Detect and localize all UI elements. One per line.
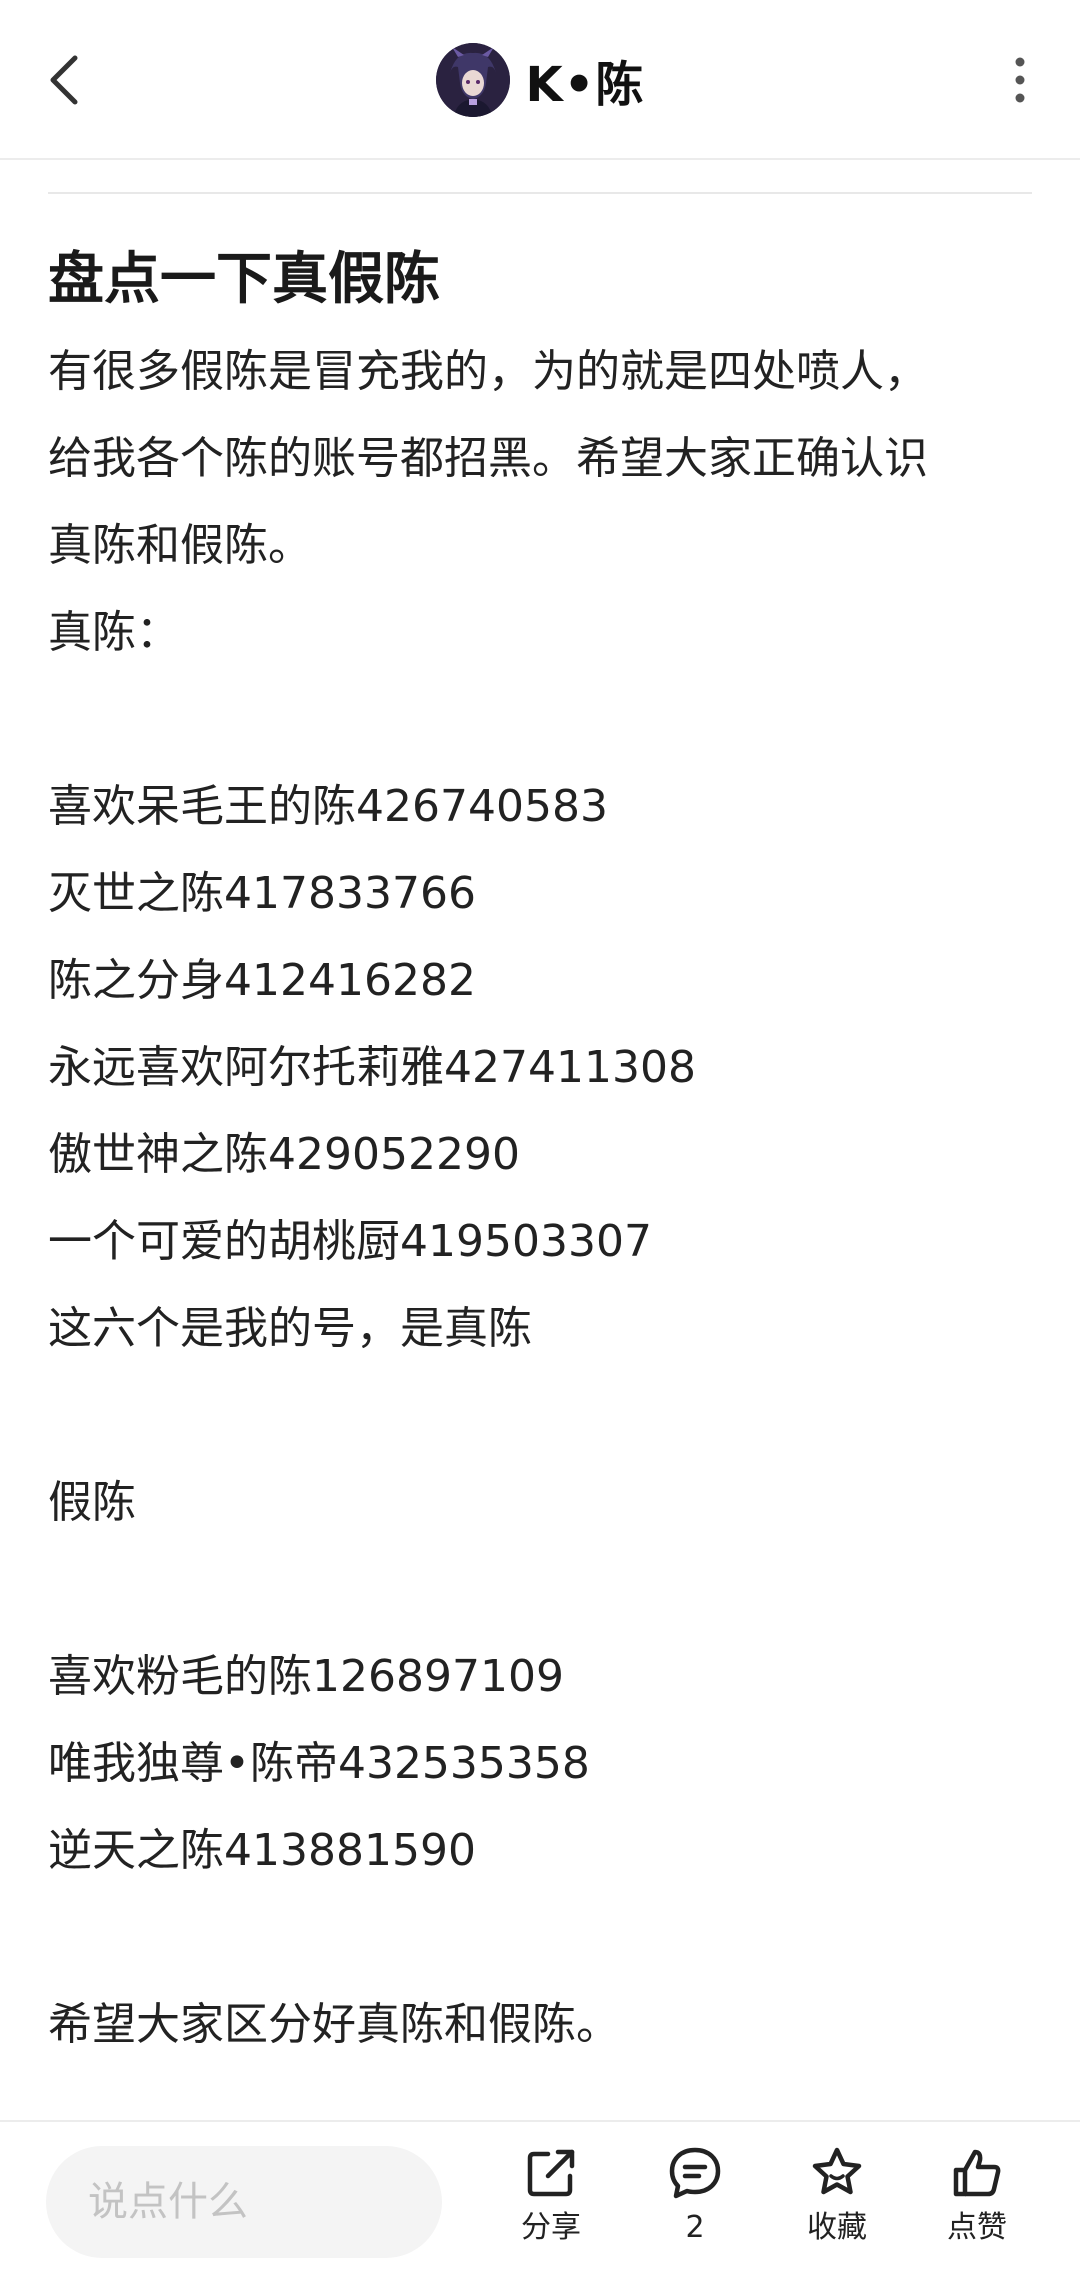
like-label: 点赞 — [947, 2210, 1007, 2245]
comment-count: 2 — [685, 2210, 705, 2245]
thumbs-up-icon — [953, 2149, 1001, 2197]
real-account-item: 喜欢呆毛王的陈426740583 — [48, 781, 608, 832]
comment-button[interactable]: 2 — [640, 2144, 750, 2264]
share-icon — [527, 2149, 575, 2197]
author-info[interactable]: K•陈 — [0, 40, 1080, 120]
post-title: 盘点一下真假陈 — [48, 247, 440, 312]
avatar-image — [435, 43, 510, 117]
intro-line: 真陈和假陈。 — [48, 520, 312, 571]
like-button[interactable]: 点赞 — [922, 2144, 1032, 2264]
fake-account-item: 唯我独尊•陈帝432535358 — [48, 1738, 590, 1789]
real-heading: 真陈： — [48, 607, 180, 658]
post-content: 盘点一下真假陈 有很多假陈是冒充我的，为的就是四处喷人， 给我各个陈的账号都招黑… — [48, 240, 1032, 2068]
fake-account-item: 逆天之陈413881590 — [48, 1825, 476, 1876]
content-divider — [48, 192, 1032, 194]
star-icon — [812, 2147, 862, 2195]
top-bar: K•陈 — [0, 0, 1080, 160]
bottom-action-bar: 分享 2 收藏 点赞 — [0, 2120, 1080, 2280]
real-account-item: 灭世之陈417833766 — [48, 868, 476, 919]
fake-heading: 假陈 — [48, 1477, 136, 1528]
fake-account-item: 喜欢粉毛的陈126897109 — [48, 1651, 564, 1702]
real-account-item: 傲世神之陈429052290 — [48, 1129, 520, 1180]
post-intro: 有很多假陈是冒充我的，为的就是四处喷人， 给我各个陈的账号都招黑。希望大家正确认… — [48, 328, 1032, 589]
comment-bubble-icon — [669, 2147, 721, 2199]
avatar[interactable] — [435, 43, 510, 117]
intro-line: 给我各个陈的账号都招黑。希望大家正确认识 — [48, 433, 928, 484]
real-account-item: 永远喜欢阿尔托莉雅427411308 — [48, 1042, 696, 1093]
share-label: 分享 — [521, 2210, 581, 2245]
share-button[interactable]: 分享 — [496, 2144, 606, 2264]
post-body: 真陈： 喜欢呆毛王的陈426740583 灭世之陈417833766 陈之分身4… — [48, 589, 1032, 2068]
favorite-button[interactable]: 收藏 — [782, 2144, 892, 2264]
comment-input[interactable] — [46, 2146, 442, 2258]
favorite-label: 收藏 — [807, 2210, 867, 2245]
intro-line: 有很多假陈是冒充我的，为的就是四处喷人， — [48, 346, 928, 397]
vertical-dots-icon — [1015, 57, 1025, 103]
real-account-item: 一个可爱的胡桃厨419503307 — [48, 1216, 652, 1267]
real-footer: 这六个是我的号，是真陈 — [48, 1303, 532, 1354]
more-options-button[interactable] — [990, 40, 1050, 120]
closing-line: 希望大家区分好真陈和假陈。 — [48, 1999, 620, 2050]
real-account-item: 陈之分身412416282 — [48, 955, 476, 1006]
author-name[interactable]: K•陈 — [526, 45, 645, 115]
